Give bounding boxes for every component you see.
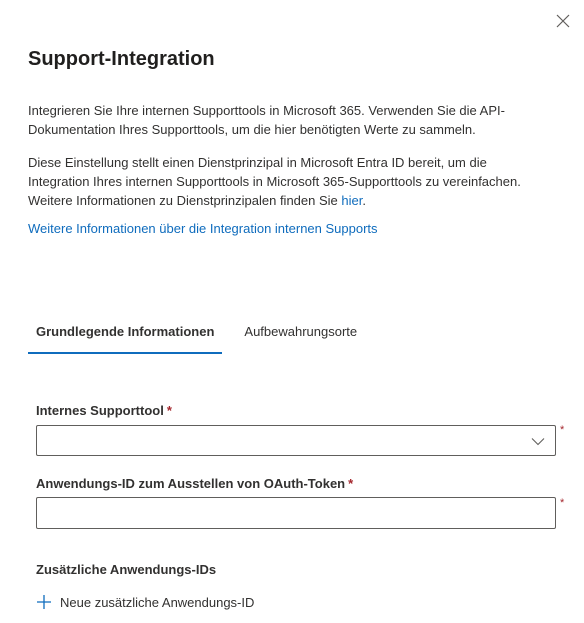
add-additional-app-id-button[interactable]: Neue zusätzliche Anwendungs-ID bbox=[36, 594, 254, 610]
required-indicator: * bbox=[560, 497, 565, 509]
description-paragraph-1: Integrieren Sie Ihre internen Supporttoo… bbox=[28, 103, 505, 137]
description-paragraph-2-end: . bbox=[362, 193, 366, 208]
additional-app-ids-label: Zusätzliche Anwendungs-IDs bbox=[36, 562, 217, 577]
required-marker: * bbox=[348, 476, 354, 491]
support-tool-label: Internes Supporttool * bbox=[36, 401, 172, 420]
required-indicator: * bbox=[560, 424, 565, 436]
app-id-label-text: Anwendungs-ID zum Ausstellen von OAuth-T… bbox=[36, 476, 346, 491]
description-paragraph-2-text: Diese Einstellung stellt einen Dienstpri… bbox=[28, 155, 521, 208]
close-button[interactable] bbox=[552, 10, 574, 32]
app-id-label: Anwendungs-ID zum Ausstellen von OAuth-T… bbox=[36, 474, 353, 493]
more-info-link[interactable]: Weitere Informationen über die Integrati… bbox=[28, 219, 378, 238]
app-id-input[interactable] bbox=[36, 497, 556, 529]
tab-basic-info[interactable]: Grundlegende Informationen bbox=[28, 318, 223, 354]
description-paragraph-2: Diese Einstellung stellt einen Dienstpri… bbox=[28, 153, 528, 210]
add-additional-app-id-label: Neue zusätzliche Anwendungs-ID bbox=[60, 594, 255, 610]
chevron-down-icon bbox=[531, 438, 545, 446]
tab-storage-locations[interactable]: Aufbewahrungsorte bbox=[236, 318, 365, 350]
panel-title: Support-Integration bbox=[28, 48, 215, 70]
required-marker: * bbox=[166, 403, 172, 418]
tab-bar: Grundlegende Informationen Aufbewahrungs… bbox=[28, 318, 379, 354]
support-integration-panel: Support-Integration Integrieren Sie Ihre… bbox=[0, 0, 584, 623]
support-tool-dropdown[interactable] bbox=[36, 425, 556, 456]
close-icon bbox=[556, 14, 570, 28]
here-link[interactable]: hier bbox=[341, 193, 362, 208]
plus-icon bbox=[37, 595, 51, 609]
support-tool-label-text: Internes Supporttool bbox=[36, 403, 164, 418]
